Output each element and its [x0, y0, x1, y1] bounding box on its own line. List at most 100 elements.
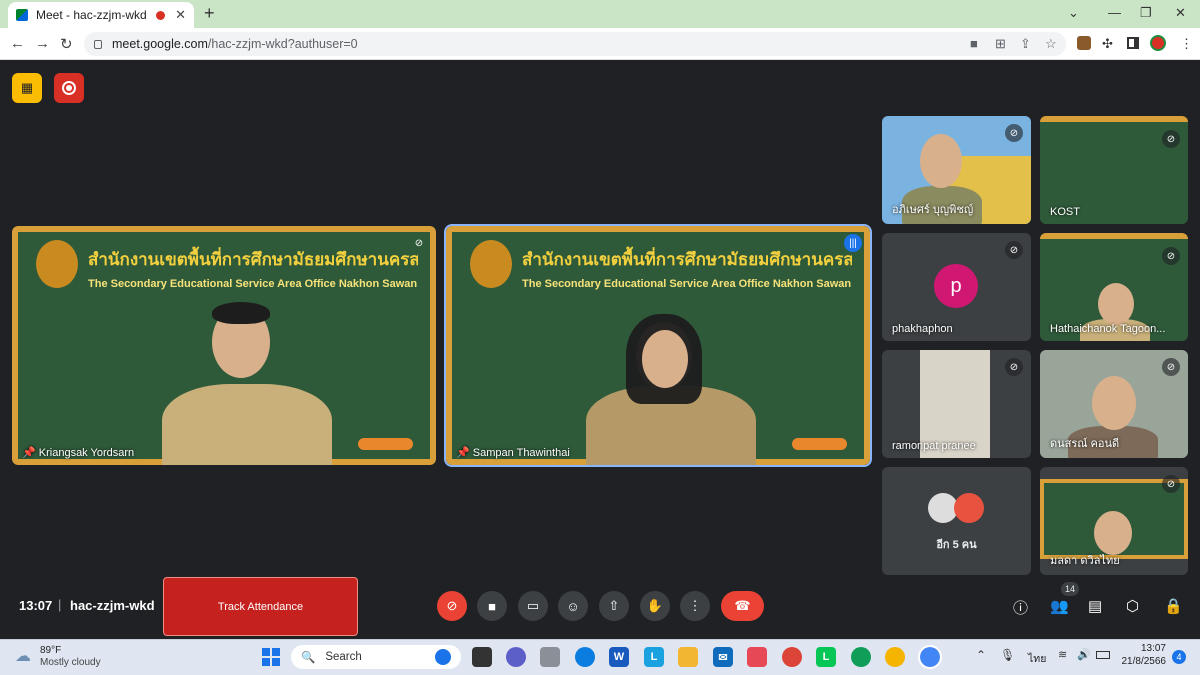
url-path: /hac-zzjm-wkd?authuser=0	[207, 37, 358, 51]
participant-name-text: Sampan Thawinthai	[472, 447, 570, 459]
profile-avatar[interactable]	[1150, 35, 1166, 51]
volume-icon[interactable]: 🔊	[1077, 648, 1091, 661]
chrome-profile-2-icon[interactable]	[885, 647, 905, 667]
ministry-emblem	[36, 240, 78, 288]
participant-video-face	[1094, 511, 1132, 555]
participant-tile-others[interactable]: อีก 5 คน	[882, 467, 1031, 575]
maximize-button[interactable]: ❐	[1140, 5, 1152, 21]
forward-arrow-icon[interactable]: →	[35, 35, 50, 52]
task-view-icon[interactable]	[472, 647, 492, 667]
leave-call-button[interactable]: ☎	[721, 591, 764, 621]
show-hidden-icons-chevron-icon[interactable]: ⌃	[976, 648, 986, 662]
avatar: p	[934, 264, 978, 308]
line-icon[interactable]: L	[816, 647, 836, 667]
participant-tile-side[interactable]: ⊘ อภิเษศร์ บุญพิชญ์	[882, 116, 1031, 224]
participant-video-face-front	[642, 330, 688, 388]
chalk-eraser	[358, 438, 413, 450]
separator: |	[58, 597, 62, 612]
windows-start-icon[interactable]	[262, 648, 280, 666]
input-language[interactable]: ไทย	[1028, 650, 1046, 667]
chrome-icon[interactable]	[782, 647, 802, 667]
participant-tile-side[interactable]: ⊘ KOST	[1040, 116, 1188, 224]
participant-video-face	[920, 134, 962, 188]
windows-taskbar	[0, 639, 1200, 675]
tab-close-icon[interactable]: ✕	[175, 7, 186, 23]
back-arrow-icon[interactable]: ←	[10, 35, 25, 52]
participant-name: KOST	[1050, 206, 1080, 218]
raise-hand-button[interactable]: ✋	[640, 591, 670, 621]
mail-icon[interactable]: ✉	[713, 647, 733, 667]
share-icon[interactable]: ⇪	[1020, 36, 1031, 52]
host-controls-icon[interactable]: 🔒	[1164, 597, 1183, 615]
browser-tab[interactable]: Meet - hac-zzjm-wkd ✕	[8, 2, 194, 28]
close-window-button[interactable]: ✕	[1175, 5, 1186, 21]
weather-desc[interactable]: Mostly cloudy	[40, 657, 101, 668]
edge-icon[interactable]	[575, 647, 595, 667]
captions-button[interactable]: ▭	[518, 591, 548, 621]
mic-muted-icon: ⊘	[1005, 124, 1023, 142]
mic-toggle-button[interactable]: ⊘	[437, 591, 467, 621]
present-screen-icon: ⇧	[608, 598, 620, 613]
weather-cloud-icon[interactable]: ☁	[15, 646, 31, 666]
meeting-info-icon[interactable]: ⓘ	[1013, 597, 1028, 618]
track-attendance-button[interactable]: Track Attendance	[163, 577, 358, 636]
chat-icon[interactable]: ▤	[1088, 597, 1102, 615]
clock-time[interactable]: 13:07	[1122, 643, 1166, 654]
tab-search-chevron-icon[interactable]: ⌄	[1068, 5, 1079, 21]
participant-video-face	[1092, 376, 1136, 430]
participant-tile-main-1[interactable]: สำนักงานเขตพื้นที่การศึกษามัธยมศึกษานครส…	[12, 226, 436, 465]
participant-name: 📌 Kriangsak Yordsarn	[22, 446, 134, 459]
url-host: meet.google.com	[112, 37, 208, 51]
emoji-icon: ☺	[566, 598, 580, 614]
participant-name: 📌 Sampan Thawinthai	[456, 446, 570, 459]
present-button[interactable]: ⇧	[599, 591, 629, 621]
recording-button[interactable]	[54, 73, 84, 103]
side-panel-icon[interactable]	[1127, 37, 1139, 49]
board-title-english: The Secondary Educational Service Area O…	[88, 278, 418, 290]
mic-muted-icon: ⊘	[1005, 358, 1023, 376]
chrome-active-icon[interactable]	[918, 645, 942, 669]
minimize-button[interactable]: —	[1108, 5, 1121, 20]
notification-badge[interactable]: 4	[1172, 650, 1186, 664]
participant-tile-side[interactable]: ⊘ ramonpat pranee	[882, 350, 1031, 458]
menu-dots-icon[interactable]: ⋮	[1180, 36, 1193, 52]
word-icon[interactable]: W	[609, 647, 629, 667]
teams-chat-icon[interactable]	[506, 647, 526, 667]
captions-off-button[interactable]: ▦	[12, 73, 42, 103]
extension-icon[interactable]	[1077, 36, 1091, 50]
battery-icon[interactable]	[1096, 651, 1110, 659]
file-explorer-icon[interactable]	[678, 647, 698, 667]
translate-icon[interactable]: ⊞	[995, 36, 1006, 52]
captions-off-icon: ▦	[20, 80, 34, 95]
bookmark-star-icon[interactable]: ☆	[1045, 36, 1057, 52]
snipping-tool-icon[interactable]	[747, 647, 767, 667]
pin-icon: 📌	[456, 447, 470, 459]
board-title-english: The Secondary Educational Service Area O…	[522, 278, 852, 290]
people-icon[interactable]: 👥	[1050, 597, 1069, 615]
wifi-icon[interactable]: ≋	[1058, 648, 1067, 661]
chrome-profile-icon[interactable]	[851, 647, 871, 667]
record-icon	[62, 81, 76, 95]
participant-tile-side[interactable]: ⊘ Hathaichanok Tagoon...	[1040, 233, 1188, 341]
address-bar[interactable]: meet.google.com/hac-zzjm-wkd?authuser=0	[84, 32, 1066, 56]
clock-date[interactable]: 21/8/2566	[1112, 656, 1167, 667]
widget-app-icon[interactable]	[540, 647, 560, 667]
taskbar-search-box[interactable]: 🔍 Search	[291, 645, 461, 669]
reload-icon[interactable]: ↻	[60, 35, 73, 53]
camera-toggle-button[interactable]: ■	[477, 591, 507, 621]
puzzle-icon[interactable]: ✣	[1102, 36, 1113, 52]
more-options-button[interactable]: ⋮	[680, 591, 710, 621]
camera-in-use-icon[interactable]: ■	[970, 36, 978, 51]
participant-video-face	[1098, 283, 1134, 325]
participant-name-text: Kriangsak Yordsarn	[38, 447, 135, 459]
weather-temp[interactable]: 89°F	[40, 645, 61, 656]
microphone-tray-icon[interactable]: 🎙	[1000, 648, 1015, 662]
participant-tile-side[interactable]: ⊘ มลดา ดวิลไทย	[1040, 467, 1188, 575]
new-tab-button[interactable]: +	[204, 3, 215, 24]
activities-icon[interactable]: ⬡	[1126, 597, 1139, 615]
participant-tile-side[interactable]: p ⊘ phakhaphon	[882, 233, 1031, 341]
reactions-button[interactable]: ☺	[558, 591, 588, 621]
app-l-icon[interactable]: L	[644, 647, 664, 667]
participant-tile-main-2[interactable]: สำนักงานเขตพื้นที่การศึกษามัธยมศึกษานครส…	[444, 224, 872, 467]
participant-tile-side[interactable]: ⊘ ดนสรณ์ คอนดี	[1040, 350, 1188, 458]
